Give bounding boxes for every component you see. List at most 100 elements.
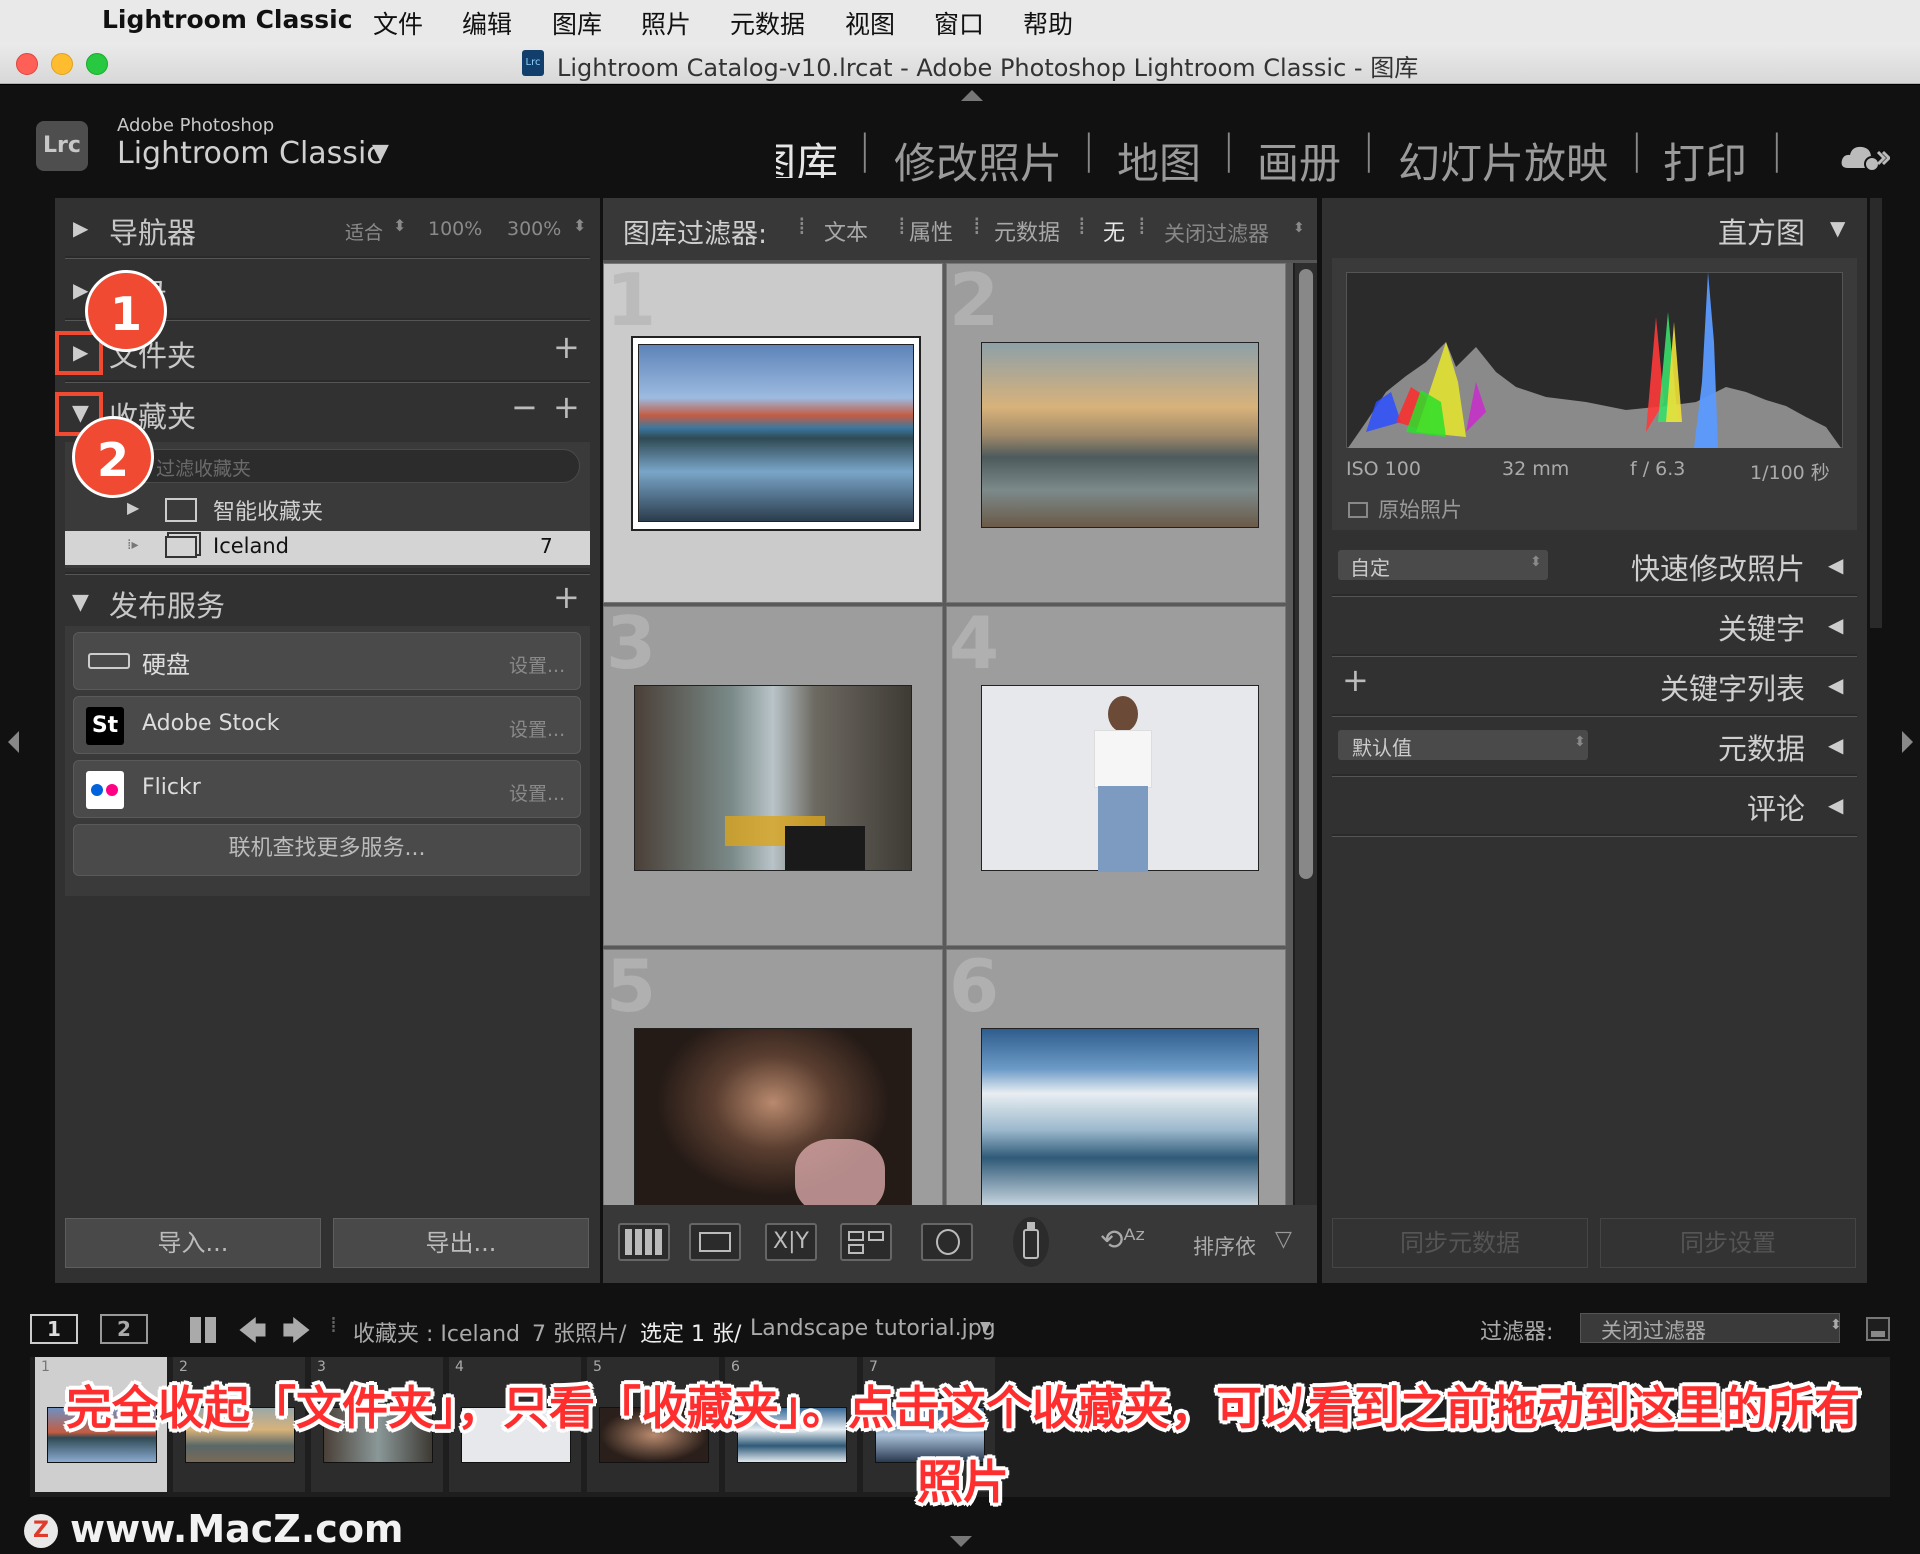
metadata-expand-icon[interactable]: ◀ [1828,733,1843,757]
grid-scrollbar-thumb[interactable] [1299,269,1313,879]
adobe-stock-setup[interactable]: 设置... [509,715,565,742]
grid-scrollbar[interactable] [1295,263,1317,1205]
grid-view-icon[interactable] [618,1223,670,1261]
sort-direction-icon[interactable]: ⟲ᴬᶻ [1100,1223,1146,1256]
quick-develop-expand-icon[interactable]: ◀ [1828,553,1843,577]
cloud-sync-icon[interactable] [1840,142,1890,174]
keywording-title[interactable]: 关键字 [1718,606,1805,648]
folders-add-icon[interactable]: + [553,328,580,366]
find-more-services-button[interactable]: 联机查找更多服务... [73,824,581,876]
publish-collapse-icon[interactable]: ▼ [72,590,89,615]
filter-preset-stepper-icon[interactable]: ⬍ [1293,220,1305,236]
collapse-left-panel-icon[interactable] [8,731,19,753]
filmstrip-source[interactable]: 收藏夹 : Iceland [353,1316,520,1348]
publish-flickr[interactable]: Flickr 设置... [73,760,581,818]
filmstrip-filename[interactable]: Landscape tutorial.jpg [750,1316,996,1341]
zoom-100[interactable]: 100% [428,218,482,240]
grid-cell-6[interactable]: 6 [946,944,1286,1205]
comments-title[interactable]: 评论 [1747,786,1805,828]
module-map[interactable]: 地图 [1117,130,1201,191]
filename-dropdown-icon[interactable]: ▼ [980,1319,991,1335]
metadata-preset-select[interactable]: 默认值 [1338,730,1588,760]
export-button[interactable]: 导出... [333,1218,589,1268]
filmstrip-filter-stepper-icon[interactable]: ⬍ [1830,1317,1842,1333]
compare-view-icon[interactable]: X|Y [765,1223,817,1261]
collapse-filmstrip-icon[interactable] [950,1536,972,1547]
publish-add-icon[interactable]: + [553,578,580,616]
loupe-view-icon[interactable] [689,1223,741,1261]
navigator-expand-icon[interactable]: ▶ [73,216,88,240]
filter-attribute-tab[interactable]: 属性 [909,215,953,247]
import-button[interactable]: 导入... [65,1218,321,1268]
sort-by-label[interactable]: 排序依 [1193,1231,1256,1261]
publish-hard-drive[interactable]: 硬盘 设置... [73,632,581,690]
menu-metadata[interactable]: 元数据 [730,5,805,41]
smart-collections-label[interactable]: 智能收藏夹 [213,494,323,526]
menu-app-name[interactable]: Lightroom Classic [102,5,353,34]
right-panel-scrollbar[interactable] [1870,198,1882,628]
sync-metadata-button[interactable]: 同步元数据 [1332,1218,1588,1268]
zoom-window-button[interactable] [86,53,108,75]
zoom-fit-stepper-icon[interactable]: ⬍ [393,216,406,235]
toolbar-menu-chevron-icon[interactable]: ▽ [1275,1227,1292,1252]
menu-file[interactable]: 文件 [373,5,423,41]
module-book[interactable]: 画册 [1257,130,1341,191]
grid-cell-4[interactable]: 4 [946,601,1286,946]
secondary-screen-button[interactable]: 2 [100,1314,148,1344]
menu-photo[interactable]: 照片 [641,5,691,41]
collections-remove-icon[interactable]: − [511,388,538,426]
menu-library[interactable]: 图库 [552,5,602,41]
zoom-fit[interactable]: 适合 [345,218,383,245]
module-develop[interactable]: 修改照片 [894,130,1062,191]
keyword-list-expand-icon[interactable]: ◀ [1828,673,1843,697]
keyword-list-title[interactable]: 关键字列表 [1660,666,1805,708]
collections-add-icon[interactable]: + [553,388,580,426]
back-arrow-icon[interactable]: 🡄 [238,1310,267,1358]
survey-view-icon[interactable] [840,1223,892,1261]
navigator-title[interactable]: 导航器 [109,210,196,252]
people-view-icon[interactable] [921,1223,973,1261]
brand-dropdown-icon[interactable]: ▼ [372,140,389,165]
smart-collections-expand-icon[interactable]: ▶ [127,498,139,517]
zoom-stepper-icon[interactable]: ⬍ [573,216,586,235]
collapse-top-panel-icon[interactable] [961,90,983,101]
forward-arrow-icon[interactable]: 🡆 [282,1310,311,1358]
grid-cell-5[interactable]: 5 [603,944,943,1205]
filmstrip-filter-select[interactable]: 关闭过滤器 [1580,1313,1840,1343]
main-screen-button[interactable]: 1 [30,1314,78,1344]
close-window-button[interactable] [16,53,38,75]
keyword-list-add-icon[interactable]: + [1342,661,1369,699]
metadata-preset-stepper-icon[interactable]: ⬍ [1574,734,1586,750]
hard-drive-setup[interactable]: 设置... [509,651,565,678]
filter-preset-select[interactable]: 关闭过滤器 [1164,218,1269,248]
sync-settings-button[interactable]: 同步设置 [1600,1218,1856,1268]
module-print[interactable]: 打印 [1663,130,1747,191]
menu-help[interactable]: 帮助 [1023,5,1073,41]
flickr-setup[interactable]: 设置... [509,779,565,806]
metadata-title[interactable]: 元数据 [1718,726,1805,768]
grid-cell-2[interactable]: 2 [946,263,1286,603]
filter-metadata-tab[interactable]: 元数据 [994,215,1060,247]
painter-icon[interactable] [1013,1217,1049,1267]
collection-item-iceland[interactable]: ⁞▸ Iceland 7 [65,531,590,565]
filter-none-tab[interactable]: 无 [1103,215,1125,247]
filter-lock-icon[interactable] [1866,1317,1890,1341]
histogram-title[interactable]: 直方图 [1718,210,1805,252]
grid-cell-3[interactable]: 3 [603,601,943,946]
filter-text-tab[interactable]: 文本 [824,215,868,247]
module-library[interactable]: 图库 [776,130,838,178]
menu-edit[interactable]: 编辑 [462,5,512,41]
comments-expand-icon[interactable]: ◀ [1828,793,1843,817]
grid-cell-1[interactable]: 1 [603,263,943,603]
zoom-300[interactable]: 300% [507,218,561,240]
quick-develop-stepper-icon[interactable]: ⬍ [1530,554,1542,570]
module-slideshow[interactable]: 幻灯片放映 [1398,130,1608,191]
menu-view[interactable]: 视图 [845,5,895,41]
original-photo-checkbox[interactable] [1348,502,1368,518]
menu-window[interactable]: 窗口 [934,5,984,41]
publish-title[interactable]: 发布服务 [109,583,225,625]
quick-develop-preset-select[interactable]: 自定 [1338,550,1548,580]
grid-mode-icon[interactable] [190,1317,216,1343]
minimize-window-button[interactable] [51,53,73,75]
quick-develop-title[interactable]: 快速修改照片 [1631,546,1805,588]
